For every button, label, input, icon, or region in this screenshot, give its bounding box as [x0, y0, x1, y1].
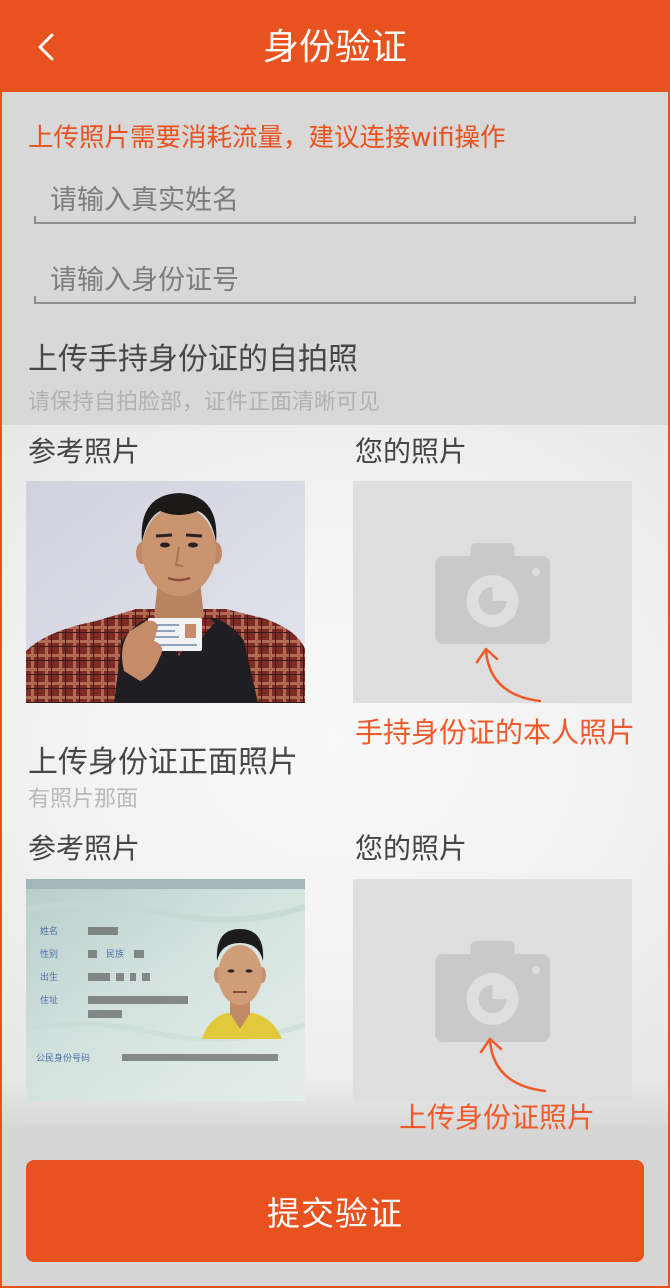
- selfie-section-title: 上传手持身份证的自拍照: [28, 342, 358, 377]
- data-usage-notice: 上传照片需要消耗流量，建议连接wifi操作: [28, 123, 506, 153]
- input-underline: [34, 302, 636, 304]
- underline-tick: [34, 296, 36, 304]
- id-number-input[interactable]: [50, 260, 620, 300]
- selfie-guide-tip: 手持身份证的本人照片: [355, 716, 636, 749]
- underline-tick: [634, 296, 636, 304]
- underline-tick: [34, 216, 36, 224]
- card-label-address: 住址: [40, 994, 58, 1006]
- card-label-id-number: 公民身份号码: [36, 1052, 90, 1064]
- your-photo-label: 您的照片: [355, 832, 468, 865]
- card-label-sex: 性别: [40, 948, 58, 960]
- camera-icon: [435, 543, 550, 644]
- app-header: 身份验证: [0, 0, 670, 92]
- selfie-section-hint: 请保持自拍脸部，证件正面清晰可见: [28, 390, 381, 415]
- real-name-field[interactable]: [34, 180, 636, 224]
- camera-icon: [435, 941, 550, 1042]
- card-label-name: 姓名: [40, 925, 58, 937]
- reference-photo-label: 参考照片: [28, 435, 141, 468]
- real-name-input[interactable]: [50, 180, 620, 220]
- page-title: 身份验证: [262, 27, 407, 68]
- input-underline: [34, 222, 636, 224]
- underline-tick: [634, 216, 636, 224]
- card-label-ethnicity: 民族: [106, 948, 124, 960]
- id-front-upload-slot[interactable]: [353, 879, 632, 1101]
- id-card-guide-tip: 上传身份证照片: [398, 1101, 595, 1134]
- id-front-section-title: 上传身份证正面照片: [28, 745, 298, 780]
- id-number-field[interactable]: [34, 260, 636, 304]
- reference-photo-label: 参考照片: [28, 832, 141, 865]
- selfie-upload-slot[interactable]: [353, 481, 632, 703]
- card-label-birth: 出生: [40, 971, 58, 983]
- id-front-section-hint: 有照片那面: [28, 787, 139, 812]
- id-front-reference-photo: 姓名 性别 民族 出生 住址 公民身份号码: [26, 879, 305, 1101]
- selfie-reference-photo: [26, 481, 305, 703]
- your-photo-label: 您的照片: [355, 435, 468, 468]
- submit-verification-button[interactable]: 提交验证: [26, 1160, 644, 1262]
